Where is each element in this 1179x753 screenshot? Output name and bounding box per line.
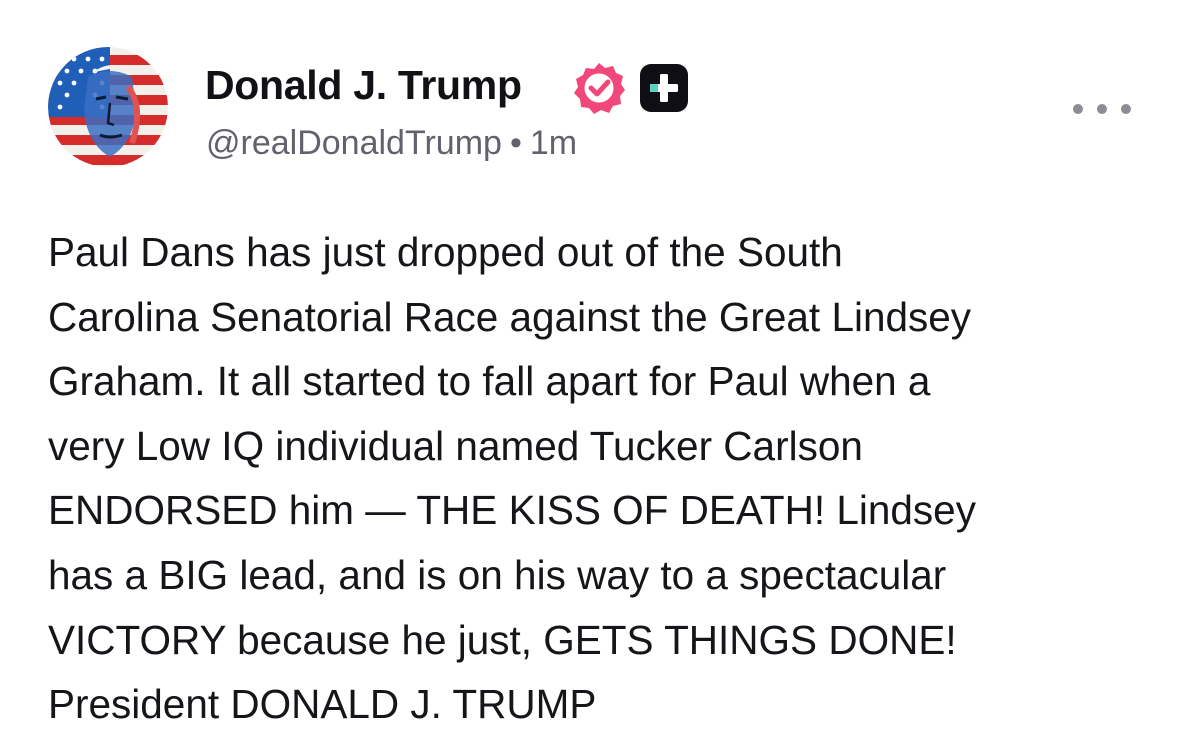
post-text-line: President DONALD J. TRUMP — [48, 681, 597, 728]
more-horizontal-icon — [1073, 104, 1083, 114]
verified-badge-icon — [572, 61, 626, 115]
more-horizontal-icon-dot — [1097, 104, 1107, 114]
flag-portrait-avatar-image — [48, 47, 168, 167]
post-text-line: VICTORY because he just, GETS THINGS DON… — [48, 616, 957, 663]
post-text-line: has a BIG lead, and is on his way to a s… — [48, 551, 947, 598]
avatar[interactable] — [48, 47, 168, 167]
more-options-button[interactable] — [1073, 94, 1131, 124]
post-card: Donald J. Trump @realDonaldTrump • 1m Paul… — [0, 0, 1179, 753]
post-text-line: very Low IQ individual named Tucker Carl… — [48, 422, 863, 469]
author-display-name[interactable]: Donald J. Trump — [205, 62, 522, 109]
meta-separator: • — [509, 124, 522, 162]
post-text-line: Carolina Senatorial Race against the Gre… — [48, 293, 972, 340]
post-text-line: Paul Dans has just dropped out of the So… — [48, 229, 843, 275]
post-text: Paul Dans has just dropped out of the So… — [48, 220, 1148, 737]
author-meta: @realDonaldTrump • 1m — [206, 124, 577, 163]
more-horizontal-icon-dot — [1121, 104, 1131, 114]
author-handle[interactable]: @realDonaldTrump — [206, 124, 502, 162]
plus-badge-icon — [640, 64, 688, 112]
post-text-line: ENDORSED him — THE KISS OF DEATH! Lindse… — [48, 487, 976, 534]
post-timestamp[interactable]: 1m — [530, 124, 577, 162]
post-text-line: Graham. It all started to fall apart for… — [48, 358, 931, 405]
